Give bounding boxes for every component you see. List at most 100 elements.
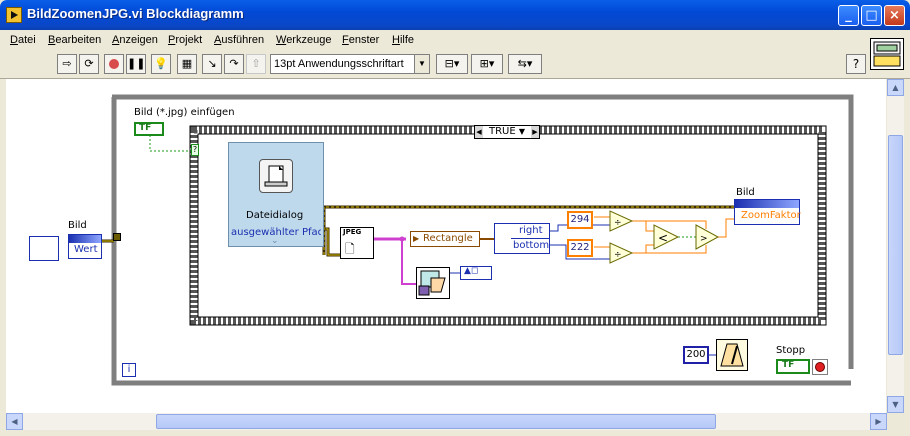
boolean-wire: [149, 135, 194, 152]
divide-symbol-1: ÷: [614, 218, 622, 228]
menu-bar: Datei Bearbeiten Anzeigen Projekt Ausfüh…: [0, 30, 910, 50]
menu-bearbeiten[interactable]: Bearbeiten: [48, 34, 101, 46]
const-222[interactable]: 222: [567, 239, 593, 257]
block-diagram-canvas[interactable]: ÷ ÷ < > Bild (*.jpg) einfügen TF ? ◀ TRU…: [6, 79, 886, 413]
stop-if-true-icon: [815, 362, 825, 372]
menu-hilfe[interactable]: Hilfe: [392, 34, 414, 46]
chevron-down-icon: ▼: [414, 55, 429, 73]
case-selector-value: TRUE: [488, 126, 516, 137]
image-type-icon: ▲◻: [464, 266, 479, 276]
case-selector[interactable]: ◀ TRUE ▼ ▶: [474, 125, 540, 139]
unbundle-divider: [511, 238, 549, 239]
reorder-icon[interactable]: ⇆▾: [508, 54, 542, 74]
divide-1-output-wire: [632, 220, 707, 232]
unbundle-by-name[interactable]: right bottom: [494, 223, 550, 254]
scroll-up-icon[interactable]: ▲: [887, 79, 904, 96]
menu-datei[interactable]: Datei: [10, 34, 36, 46]
horizontal-scrollbar[interactable]: ◀ ▶: [6, 413, 887, 430]
property-wert: Wert: [74, 244, 98, 255]
align-objects-icon[interactable]: ⊟▾: [436, 54, 468, 74]
step-out-icon[interactable]: ⇧: [246, 54, 266, 74]
image-display-left[interactable]: [29, 236, 59, 261]
zoom-factor-wire: [718, 218, 734, 238]
case-selector-terminal[interactable]: ?: [191, 144, 199, 156]
property-node-header: [69, 235, 101, 243]
abort-icon[interactable]: [104, 54, 124, 74]
image-label-left: Bild: [68, 220, 87, 231]
zoom-factor-label: ZoomFaktor: [741, 210, 801, 221]
expand-chevron-icon[interactable]: ⌄: [271, 236, 279, 246]
jpeg-label: JPEG: [343, 228, 362, 236]
font-select[interactable]: 13pt Anwendungsschriftart ▼: [270, 54, 430, 74]
case-dropdown-icon[interactable]: ▼: [519, 127, 525, 136]
stop-control-terminal[interactable]: TF: [776, 359, 810, 374]
menu-fenster[interactable]: Fenster: [342, 34, 379, 46]
stop-tf-text: TF: [782, 360, 795, 370]
wait-ms-vi[interactable]: [716, 339, 748, 371]
unbundle-right: right: [519, 225, 543, 236]
image-indicator-small[interactable]: ▲◻: [460, 266, 492, 280]
property-node-header-right: [735, 200, 799, 208]
close-button[interactable]: ×: [884, 5, 905, 26]
menu-projekt[interactable]: Projekt: [168, 34, 202, 46]
while-loop-frame-top: [112, 94, 854, 100]
document-icon: [264, 165, 288, 187]
iteration-terminal[interactable]: i: [122, 363, 136, 377]
vi-pane-icon: [873, 41, 901, 67]
vi-connector-icon[interactable]: [870, 38, 904, 70]
maximize-button[interactable]: □: [861, 5, 882, 26]
draw-pixmap-vi[interactable]: [416, 267, 450, 299]
wire-junction: [399, 236, 405, 242]
divide-symbol-2: ÷: [614, 250, 622, 260]
rectangle-unbundle[interactable]: ▶ Rectangle: [410, 231, 480, 247]
metronome-icon: [720, 343, 744, 367]
bool-tf-text: TF: [139, 123, 152, 133]
labview-vi-icon[interactable]: [6, 7, 22, 23]
loop-condition-terminal[interactable]: [812, 359, 828, 375]
case-next-arrow-icon[interactable]: ▶: [531, 126, 539, 138]
vertical-scrollbar[interactable]: ▲ ▼: [887, 79, 904, 413]
distribute-objects-icon[interactable]: ⊞▾: [471, 54, 503, 74]
arrow-right-icon: ▶: [413, 234, 420, 243]
context-help-button[interactable]: ?: [846, 54, 866, 74]
property-node-image[interactable]: Wert: [68, 234, 102, 259]
divide-2-output-wire: [632, 244, 707, 254]
select-symbol: >: [700, 234, 708, 244]
const-200[interactable]: 200: [683, 346, 709, 364]
menu-werkzeuge[interactable]: Werkzeuge: [276, 34, 331, 46]
font-select-value: 13pt Anwendungsschriftart: [274, 58, 404, 70]
retain-wire-values-icon[interactable]: ▦: [177, 54, 197, 74]
minimize-button[interactable]: _: [838, 5, 859, 26]
vertical-scroll-thumb[interactable]: [888, 135, 903, 355]
const-294[interactable]: 294: [567, 211, 593, 229]
menu-ausfuehren[interactable]: Ausführen: [214, 34, 264, 46]
window-title: BildZoomenJPG.vi Blockdiagramm: [27, 6, 244, 21]
scroll-right-icon[interactable]: ▶: [870, 413, 887, 430]
horizontal-scroll-thumb[interactable]: [156, 414, 716, 429]
rectangle-label: Rectangle: [423, 233, 473, 244]
file-dialog-express-vi[interactable]: Dateidialog ausgewählter Pfad ⌄: [228, 142, 324, 247]
less-than-symbol: <: [658, 231, 668, 245]
highlight-execution-icon[interactable]: 💡: [151, 54, 171, 74]
scroll-down-icon[interactable]: ▼: [887, 396, 904, 413]
run-arrow-icon[interactable]: ⇨: [57, 54, 77, 74]
bool-control-label: Bild (*.jpg) einfügen: [134, 107, 235, 118]
step-over-icon[interactable]: ↷: [224, 54, 244, 74]
unbundle-bottom: bottom: [513, 240, 550, 251]
case-prev-arrow-icon[interactable]: ◀: [475, 126, 483, 138]
toolbar: ⇨ ⟳ ❚❚ 💡 ▦ ↘ ↷ ⇧ 13pt Anwendungsschrifta…: [0, 50, 910, 79]
pause-icon[interactable]: ❚❚: [126, 54, 146, 74]
file-icon: 🗋: [345, 242, 355, 256]
property-node-zoom[interactable]: ZoomFaktor: [734, 199, 801, 225]
stop-label: Stopp: [776, 345, 806, 356]
image-label-right: Bild: [736, 187, 755, 198]
menu-anzeigen[interactable]: Anzeigen: [112, 34, 158, 46]
pixmap-icon: [418, 270, 446, 296]
step-into-icon[interactable]: ↘: [202, 54, 222, 74]
read-jpeg-vi[interactable]: JPEG 🗋: [340, 227, 374, 259]
run-continuously-icon[interactable]: ⟳: [79, 54, 99, 74]
bool-control-terminal[interactable]: TF: [134, 122, 164, 136]
file-dialog-title: Dateidialog: [246, 210, 304, 221]
loop-tunnel: [113, 233, 121, 241]
scroll-left-icon[interactable]: ◀: [6, 413, 23, 430]
